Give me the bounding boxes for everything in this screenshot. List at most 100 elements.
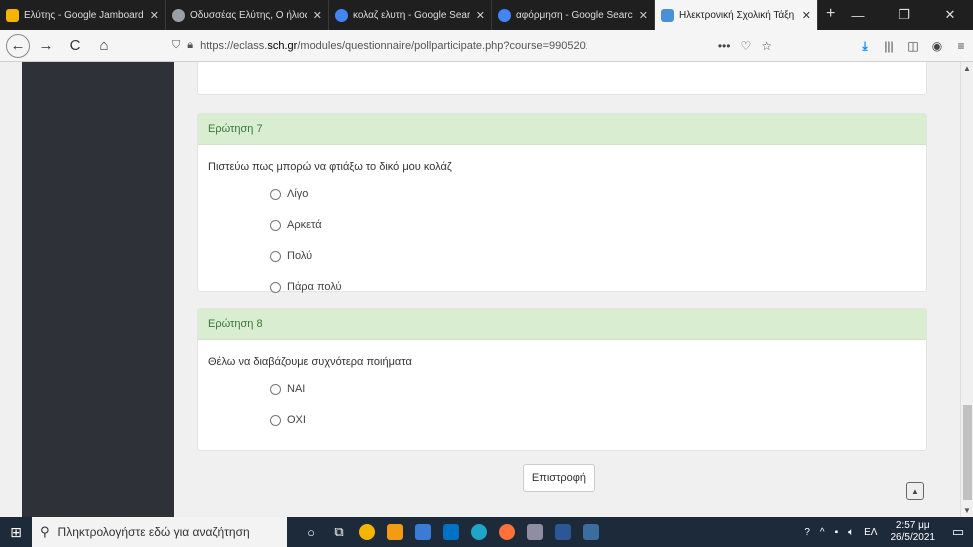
bookmark-star-icon[interactable]: ☆: [761, 39, 772, 53]
url-path: /modules/questionnaire/pollparticipate.p…: [297, 39, 588, 52]
google-favicon-icon: [335, 8, 348, 22]
menu-icon[interactable]: ≡: [949, 39, 973, 53]
tab-kolaz-search[interactable]: κολαζ ελυτη - Google Search ✕: [329, 0, 492, 30]
return-button[interactable]: Επιστροφή: [523, 464, 595, 492]
scroll-up-icon[interactable]: ▲: [963, 64, 971, 73]
scroll-down-icon[interactable]: ▼: [963, 506, 971, 515]
close-window-button[interactable]: ✕: [927, 0, 973, 30]
store-icon[interactable]: [381, 517, 409, 547]
tab-label: κολαζ ελυτη - Google Search: [353, 9, 470, 21]
tab-label: Οδυσσέας Ελύτης, Ο ήλιος ο: [190, 9, 307, 21]
eclass-favicon-icon: [661, 8, 674, 22]
option-para-poly[interactable]: Πάρα πολύ: [270, 279, 926, 295]
tab-label: Ηλεκτρονική Σχολική Τάξη |: [679, 9, 796, 21]
option-ligo[interactable]: Λίγο: [270, 186, 926, 202]
page-content: Ερώτηση 7 Πιστεύω πως μπορώ να φτιάξω το…: [0, 62, 973, 517]
network-icon[interactable]: ▪: [835, 527, 839, 538]
word-icon[interactable]: [549, 517, 577, 547]
option-poly[interactable]: Πολύ: [270, 248, 926, 264]
cortana-icon[interactable]: ○: [297, 517, 325, 547]
site-favicon-icon: [172, 8, 185, 22]
navigation-toolbar: ← → C ⌂ ⛉ 🔒︎ https://eclass. sch.gr/modul…: [0, 30, 973, 62]
minimize-button[interactable]: —: [835, 0, 881, 30]
help-icon[interactable]: ?: [804, 527, 810, 538]
radio-button[interactable]: [270, 281, 281, 293]
sidebar-icon[interactable]: ◫: [901, 39, 925, 53]
radio-button[interactable]: [270, 414, 281, 426]
scroll-to-top-icon[interactable]: ▲: [906, 482, 924, 500]
clock[interactable]: 2:57 μμ 26/5/2021: [891, 520, 936, 544]
photos-icon[interactable]: [577, 517, 605, 547]
search-placeholder: Πληκτρολογήστε εδώ για αναζήτηση: [57, 525, 250, 539]
google-favicon-icon: [498, 8, 511, 22]
volume-icon[interactable]: 🔈︎: [848, 527, 854, 538]
question-title: Ερώτηση 7: [198, 114, 926, 145]
tab-jamboard[interactable]: Ελύτης - Google Jamboard ✕: [0, 0, 166, 30]
firefox-icon[interactable]: [493, 517, 521, 547]
taskbar-apps: ○ ⧉: [297, 517, 605, 547]
tab-odysseas[interactable]: Οδυσσέας Ελύτης, Ο ήλιος ο ✕: [166, 0, 329, 30]
maximize-button[interactable]: ❐: [881, 0, 927, 30]
option-label: Λίγο: [287, 188, 309, 200]
browser-tab-strip: Ελύτης - Google Jamboard ✕ Οδυσσέας Ελύτ…: [0, 0, 973, 30]
system-tray: ? ^ ▪ 🔈︎ ΕΛ 2:57 μμ 26/5/2021 ▭: [799, 517, 973, 547]
option-label: Πολύ: [287, 250, 313, 262]
option-nai[interactable]: ΝΑΙ: [270, 381, 926, 397]
option-oxi[interactable]: ΟΧΙ: [270, 412, 926, 428]
home-button[interactable]: ⌂: [91, 33, 117, 59]
clock-date: 26/5/2021: [890, 532, 936, 543]
tab-aformisi-search[interactable]: αφόρμηση - Google Search ✕: [492, 0, 655, 30]
tab-label: αφόρμηση - Google Search: [516, 9, 633, 21]
question-title: Ερώτηση 8: [198, 309, 926, 340]
url-actions: ••• ♡ ☆: [718, 33, 772, 58]
question-text: Θέλω να διαβάζουμε συχνότερα ποιήματα: [208, 356, 412, 368]
question-card-7: Ερώτηση 7 Πιστεύω πως μπορώ να φτιάξω το…: [197, 113, 927, 295]
option-label: Πάρα πολύ: [287, 281, 342, 293]
tab-close-icon[interactable]: ✕: [150, 9, 159, 22]
page-scrollbar[interactable]: ▲ ▼: [960, 62, 973, 517]
radio-button[interactable]: [270, 188, 281, 200]
file-explorer-icon[interactable]: [409, 517, 437, 547]
chevron-up-icon[interactable]: ^: [820, 527, 825, 538]
window-controls: — ❐ ✕: [835, 0, 973, 30]
account-icon[interactable]: ◉: [925, 39, 949, 53]
address-bar[interactable]: ⛉ 🔒︎ https://eclass. sch.gr/modules/quest…: [172, 33, 772, 58]
tab-close-icon[interactable]: ✕: [476, 9, 485, 22]
sidebar-panel: [22, 62, 174, 517]
reload-button[interactable]: C: [62, 33, 88, 59]
tab-close-icon[interactable]: ✕: [639, 9, 648, 22]
chrome-icon[interactable]: [353, 517, 381, 547]
clock-time: 2:57 μμ: [895, 520, 930, 531]
radio-button[interactable]: [270, 250, 281, 262]
url-prefix: https://eclass.: [200, 39, 268, 52]
tab-eclass[interactable]: Ηλεκτρονική Σχολική Τάξη | ✕: [655, 0, 818, 30]
scrollbar-thumb[interactable]: [963, 405, 972, 500]
app-icon[interactable]: [521, 517, 549, 547]
pocket-icon[interactable]: ♡: [740, 39, 751, 53]
tab-label: Ελύτης - Google Jamboard: [24, 9, 144, 21]
taskbar-search[interactable]: ⚲ Πληκτρολογήστε εδώ για αναζήτηση: [32, 517, 287, 547]
option-label: ΟΧΙ: [287, 414, 306, 426]
question-text: Πιστεύω πως μπορώ να φτιάξω το δικό μου …: [208, 161, 452, 173]
outlook-icon[interactable]: [437, 517, 465, 547]
language-indicator[interactable]: ΕΛ: [864, 527, 877, 538]
radio-button[interactable]: [270, 383, 281, 395]
notification-icon[interactable]: ▭: [943, 524, 973, 540]
option-arketa[interactable]: Αρκετά: [270, 217, 926, 233]
tracking-shield-icon[interactable]: ⛉: [172, 39, 180, 52]
windows-start-icon[interactable]: ⊞: [0, 517, 32, 547]
previous-question-card: [197, 62, 927, 95]
back-button[interactable]: ←: [6, 33, 30, 58]
edge-icon[interactable]: [465, 517, 493, 547]
tab-close-icon[interactable]: ✕: [313, 9, 322, 22]
forward-button[interactable]: →: [33, 33, 59, 59]
task-view-icon[interactable]: ⧉: [325, 517, 353, 547]
download-icon[interactable]: ⤓: [853, 39, 877, 54]
question-card-8: Ερώτηση 8 Θέλω να διαβάζουμε συχνότερα π…: [197, 308, 927, 451]
search-icon: ⚲: [40, 524, 50, 539]
radio-button[interactable]: [270, 219, 281, 231]
page-actions-icon[interactable]: •••: [718, 39, 731, 53]
tab-close-icon[interactable]: ✕: [802, 9, 811, 22]
library-icon[interactable]: |||: [877, 39, 901, 53]
lock-icon[interactable]: 🔒︎: [187, 39, 193, 52]
